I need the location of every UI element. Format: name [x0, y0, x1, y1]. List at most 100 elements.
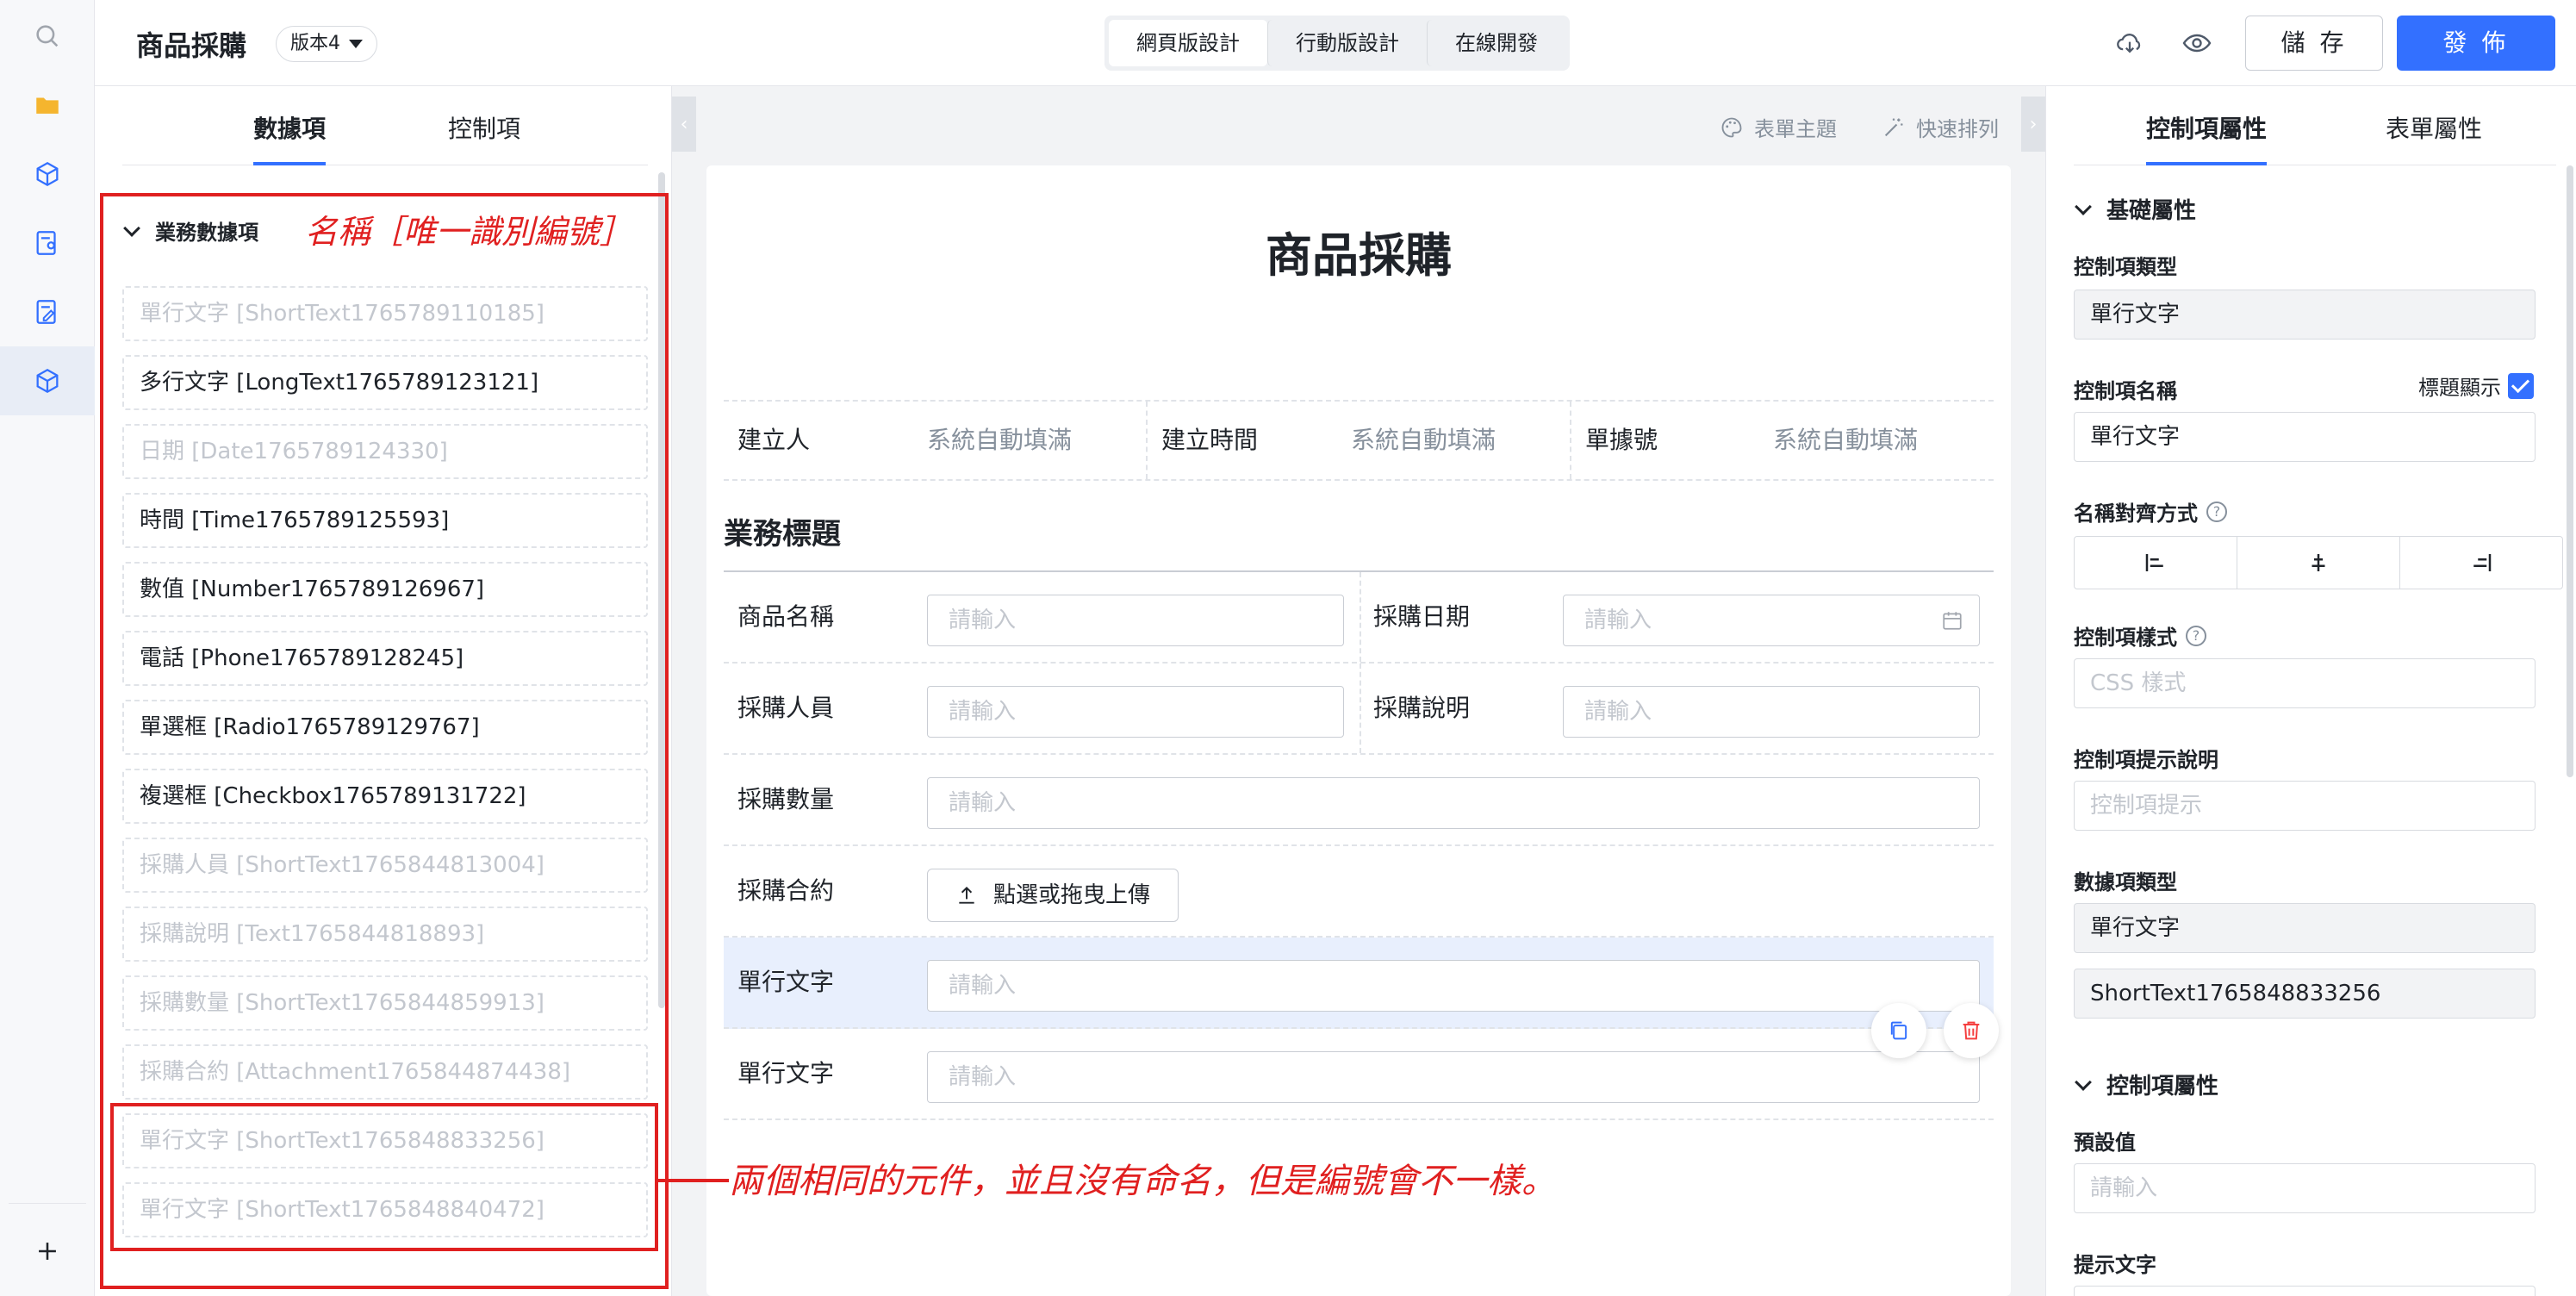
quick-arrange-tool[interactable]: 快速排列 — [1882, 112, 1999, 142]
control-name-input[interactable]: 單行文字 — [2074, 412, 2536, 462]
quick-arrange-label: 快速排列 — [1916, 117, 1999, 141]
upload-label: 點選或拖曳上傳 — [993, 882, 1151, 908]
icon-rail — [0, 0, 95, 1296]
field-label: 採購人員 — [737, 694, 835, 722]
single-text-input-b[interactable]: 請輸入 — [927, 1051, 1980, 1103]
group-control-properties[interactable]: 控制項屬性 — [2075, 1069, 2219, 1100]
single-text-input-a[interactable]: 請輸入 — [927, 960, 1980, 1012]
version-select[interactable]: 版本4 — [276, 26, 377, 62]
align-label-text: 名稱對齊方式 — [2074, 502, 2198, 526]
chevron-down-icon — [2075, 1073, 2092, 1091]
cube-icon[interactable] — [0, 140, 95, 209]
row-divider — [1360, 664, 1361, 753]
meta-creator-label: 建立人 — [737, 426, 811, 454]
show-title-toggle[interactable]: 標題顯示 — [2418, 371, 2534, 401]
purchase-desc-input[interactable]: 請輸入 — [1563, 686, 1980, 738]
calendar-icon — [1943, 612, 1962, 630]
folder-icon[interactable] — [0, 71, 95, 140]
version-label: 版本4 — [290, 33, 340, 54]
group-basic-title: 基礎屬性 — [2106, 198, 2197, 224]
form-theme-label: 表單主題 — [1754, 117, 1837, 141]
section-title: 業務標題 — [724, 517, 841, 551]
annotation-duplicate-note: 兩個相同的元件，並且沒有命名，但是編號會不一樣。 — [729, 1162, 1556, 1201]
form-user-icon[interactable] — [0, 209, 95, 277]
meta-divider — [1570, 402, 1571, 479]
upload-button[interactable]: 點選或拖曳上傳 — [927, 869, 1179, 922]
control-name-label: 控制項名稱 — [2074, 379, 2177, 403]
copy-icon[interactable] — [1871, 1003, 1926, 1058]
tip-text-label: 提示文字 — [2074, 1253, 2156, 1277]
delete-icon[interactable] — [1944, 1003, 1999, 1058]
annotation-box-duplicates — [110, 1103, 658, 1251]
group-basic-properties[interactable]: 基礎屬性 — [2075, 193, 2197, 225]
style-label-text: 控制項樣式 — [2074, 626, 2177, 650]
tab-control-properties[interactable]: 控制項屬性 — [2146, 110, 2268, 165]
design-mode-tabs: 網頁版設計 行動版設計 在線開發 — [1104, 16, 1570, 71]
add-icon[interactable] — [0, 1217, 95, 1286]
meta-created-value: 系統自動填滿 — [1351, 426, 1496, 454]
meta-created-label: 建立時間 — [1161, 426, 1259, 454]
data-id-field: ShortText1765848833256 — [2074, 969, 2536, 1019]
align-right-button[interactable] — [2399, 537, 2562, 589]
magic-wand-icon — [1884, 118, 1903, 136]
palette-icon — [1721, 117, 1742, 137]
publish-button[interactable]: 發 佈 — [2397, 16, 2555, 71]
field-label: 採購合約 — [737, 876, 835, 905]
default-value-input[interactable]: 請輸入 — [2074, 1163, 2536, 1213]
meta-creator-value: 系統自動填滿 — [927, 426, 1073, 454]
help-icon[interactable]: ? — [2206, 501, 2227, 522]
save-button[interactable]: 儲 存 — [2245, 16, 2383, 71]
align-left-button[interactable] — [2075, 537, 2237, 589]
meta-docno-value: 系統自動填滿 — [1773, 426, 1919, 454]
tab-controls[interactable]: 控制項 — [448, 110, 520, 145]
form-row: 採購合約 點選或拖曳上傳 — [724, 846, 1994, 938]
align-left-icon — [2145, 554, 2163, 571]
group-control-title: 控制項屬性 — [2106, 1074, 2219, 1100]
show-title-checkbox[interactable] — [2508, 372, 2534, 399]
app-title: 商品採購 — [136, 29, 247, 62]
default-value-label: 預設值 — [2074, 1131, 2136, 1155]
collapse-right-handle[interactable]: › — [2021, 97, 2045, 152]
tab-online-dev[interactable]: 在線開發 — [1427, 20, 1565, 66]
align-button-group — [2074, 536, 2563, 589]
css-style-input[interactable]: CSS 樣式 — [2074, 658, 2536, 708]
product-name-input[interactable]: 請輸入 — [927, 595, 1344, 646]
field-label: 採購數量 — [737, 785, 835, 813]
purchase-date-input[interactable]: 請輸入 — [1563, 595, 1980, 646]
tab-data-items[interactable]: 數據項 — [253, 110, 327, 165]
quantity-input[interactable]: 請輸入 — [927, 777, 1980, 829]
row-divider — [1360, 572, 1361, 662]
form-theme-tool[interactable]: 表單主題 — [1720, 112, 1837, 142]
cloud-download-icon[interactable] — [2111, 24, 2149, 62]
tip-text-input[interactable] — [2074, 1286, 2536, 1296]
form-row: 商品名稱 請輸入 採購日期 請輸入 — [724, 572, 1994, 664]
rail-divider — [9, 1203, 86, 1204]
tab-form-properties[interactable]: 表單屬性 — [2386, 110, 2482, 145]
collapse-left-handle[interactable]: ‹ — [672, 97, 696, 152]
date-placeholder: 請輸入 — [1584, 608, 1652, 633]
meta-docno-label: 單據號 — [1585, 426, 1658, 454]
control-type-label: 控制項類型 — [2074, 255, 2177, 279]
search-icon[interactable] — [0, 2, 95, 71]
form-row-selected[interactable]: 單行文字 請輸入 — [724, 938, 1994, 1029]
align-label: 名稱對齊方式 ? — [2074, 496, 2227, 526]
align-center-button[interactable] — [2237, 537, 2399, 589]
hint-input[interactable]: 控制項提示 — [2074, 781, 2536, 831]
show-title-label: 標題顯示 — [2418, 376, 2501, 400]
purchaser-input[interactable]: 請輸入 — [927, 686, 1344, 738]
help-icon[interactable]: ? — [2186, 625, 2206, 646]
properties-panel: 控制項屬性 表單屬性 基礎屬性 控制項類型 單行文字 控制項名稱 標題顯示 單行… — [2045, 86, 2576, 1296]
data-items-panel: 數據項 控制項 業務數據項 名稱［唯一識別編號］ 單行文字 [ShortText… — [95, 86, 672, 1296]
form-edit-icon[interactable] — [0, 277, 95, 346]
cube-active-icon[interactable] — [0, 346, 95, 415]
tab-web-design[interactable]: 網頁版設計 — [1109, 20, 1267, 66]
tab-mobile-design[interactable]: 行動版設計 — [1267, 20, 1427, 66]
upload-icon — [959, 886, 974, 904]
right-panel-scrollbar[interactable] — [2567, 165, 2573, 777]
annotation-connector — [656, 1179, 729, 1182]
right-panel-tabs: 控制項屬性 表單屬性 — [2074, 86, 2556, 165]
preview-eye-icon[interactable] — [2178, 24, 2216, 62]
align-center-icon — [2312, 554, 2325, 571]
style-label: 控制項樣式 ? — [2074, 620, 2206, 651]
form-canvas: ‹ › 表單主題 快速排列 商品採購 建立人 系統自動填滿 建立時間 系統自動填… — [672, 86, 2045, 1296]
